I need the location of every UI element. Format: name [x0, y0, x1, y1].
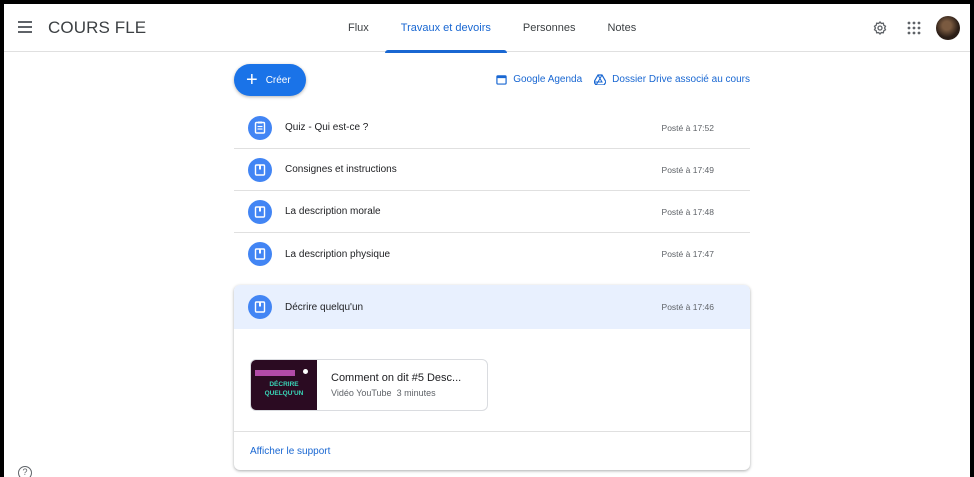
attachment-title: Comment on dit #5 Desc...: [331, 372, 462, 384]
plus-icon: +: [246, 69, 258, 91]
list-item[interactable]: La description morale Posté à 17:48: [234, 191, 750, 233]
avatar[interactable]: [936, 16, 960, 40]
item-title: La description physique: [285, 248, 391, 260]
expanded-item-title: Décrire quelqu'un: [285, 301, 364, 313]
quiz-icon: [248, 115, 272, 140]
thumbnail-banner: [255, 370, 295, 376]
thumbnail-dot: [303, 369, 308, 374]
item-posted-time: Posté à 17:52: [661, 122, 714, 133]
material-icon: [248, 199, 272, 224]
drive-folder-label: Dossier Drive associé au cours: [612, 74, 750, 85]
thumbnail-text: DÉCRIRE QUELQU'UN: [257, 380, 311, 400]
drive-icon: [594, 74, 607, 85]
list-item[interactable]: La description physique Posté à 17:47: [234, 233, 750, 275]
apps-grid-icon[interactable]: [900, 14, 928, 42]
thumbnail-line-2: DÉCRIRE: [269, 381, 299, 388]
show-material-link[interactable]: Afficher le support: [250, 446, 330, 457]
create-button[interactable]: + Créer: [234, 64, 306, 96]
toolbar-links: Google Agenda Dossier Drive associé au c…: [484, 74, 750, 85]
item-title: Quiz - Qui est-ce ?: [285, 122, 369, 133]
card-footer: Afficher le support: [234, 431, 750, 470]
class-title[interactable]: COURS FLE: [48, 18, 146, 38]
item-posted-time: Posté à 17:49: [661, 164, 714, 175]
top-app-bar: COURS FLE Flux Travaux et devoirs Person…: [4, 4, 970, 53]
settings-icon[interactable]: [866, 14, 894, 42]
menu-icon[interactable]: [14, 18, 36, 38]
thumbnail-line-3: QUELQU'UN: [264, 390, 304, 397]
material-icon: [248, 242, 272, 266]
google-calendar-label: Google Agenda: [513, 74, 583, 85]
list-item[interactable]: Quiz - Qui est-ce ? Posté à 17:52: [234, 107, 750, 149]
video-thumbnail: DÉCRIRE QUELQU'UN: [251, 360, 317, 410]
item-posted-time: Posté à 17:48: [661, 206, 714, 217]
help-icon[interactable]: ?: [18, 466, 32, 477]
header-actions: [860, 14, 960, 42]
tab-bar: Flux Travaux et devoirs Personnes Notes: [332, 4, 652, 53]
youtube-attachment[interactable]: DÉCRIRE QUELQU'UN Comment on dit #5 Desc…: [250, 359, 488, 411]
tab-flux[interactable]: Flux: [332, 4, 385, 52]
classwork-list: Quiz - Qui est-ce ? Posté à 17:52 Consig…: [234, 107, 750, 275]
attachment-subtitle: Vidéo YouTube 3 minutes: [331, 388, 461, 398]
item-title: Consignes et instructions: [285, 164, 397, 175]
expanded-item-card: Décrire quelqu'un Posté à 17:46 DÉCRIRE …: [234, 285, 750, 470]
material-icon: [248, 157, 272, 182]
drive-folder-link[interactable]: Dossier Drive associé au cours: [594, 74, 750, 85]
list-item[interactable]: Consignes et instructions Posté à 17:49: [234, 149, 750, 191]
google-calendar-link[interactable]: Google Agenda: [496, 74, 582, 85]
item-title: La description morale: [285, 206, 381, 217]
create-button-label: Créer: [265, 74, 291, 86]
tab-personnes[interactable]: Personnes: [507, 4, 592, 52]
attachment-duration: 3 minutes: [396, 388, 436, 398]
expanded-item-posted-time: Posté à 17:46: [661, 302, 714, 312]
attachment-text: Comment on dit #5 Desc... Vidéo YouTube …: [331, 372, 461, 398]
tab-travaux-et-devoirs[interactable]: Travaux et devoirs: [384, 4, 507, 53]
app-window: COURS FLE Flux Travaux et devoirs Person…: [4, 4, 970, 477]
attachment-type: Vidéo YouTube: [331, 388, 392, 398]
expanded-item-header[interactable]: Décrire quelqu'un Posté à 17:46: [234, 285, 750, 329]
tab-notes[interactable]: Notes: [591, 4, 652, 52]
material-icon: [248, 295, 272, 319]
calendar-icon: [496, 75, 507, 85]
item-posted-time: Posté à 17:47: [661, 249, 714, 259]
